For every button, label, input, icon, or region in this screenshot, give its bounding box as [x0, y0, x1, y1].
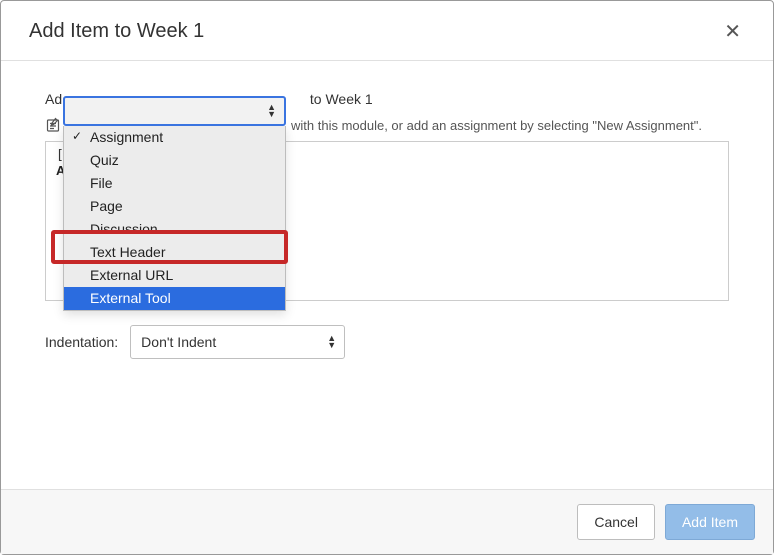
dropdown-item-discussion[interactable]: Discussion: [64, 218, 285, 241]
dropdown-item-quiz[interactable]: Quiz: [64, 149, 285, 172]
indentation-value: Don't Indent: [141, 334, 216, 350]
indentation-label: Indentation:: [45, 334, 118, 350]
dropdown-item-page[interactable]: Page: [64, 195, 285, 218]
chevron-updown-icon: ▲▼: [267, 104, 276, 118]
indentation-row: Indentation: Don't Indent ▲▼: [45, 325, 729, 359]
item-type-select-trigger[interactable]: ▲▼: [63, 96, 286, 126]
dropdown-item-label: Text Header: [90, 244, 165, 260]
close-button[interactable]: ✕: [720, 19, 745, 44]
dropdown-item-external-url[interactable]: External URL: [64, 264, 285, 287]
check-icon: ✓: [72, 127, 82, 146]
dropdown-item-label: Page: [90, 198, 123, 214]
add-prefix-text: Ad: [45, 91, 62, 107]
dropdown-item-label: Assignment: [90, 129, 163, 145]
dropdown-item-file[interactable]: File: [64, 172, 285, 195]
dropdown-item-assignment[interactable]: ✓ Assignment: [64, 126, 285, 149]
dropdown-item-label: External Tool: [90, 290, 171, 306]
dropdown-item-label: File: [90, 175, 113, 191]
assignment-icon: [45, 117, 61, 133]
item-type-dropdown[interactable]: ▲▼ ✓ Assignment Quiz File Page Discussion Text…: [63, 96, 286, 311]
dropdown-item-label: Quiz: [90, 152, 119, 168]
modal-footer: Cancel Add Item: [1, 489, 773, 554]
add-item-button[interactable]: Add Item: [665, 504, 755, 540]
dropdown-item-label: Discussion: [90, 221, 158, 237]
cancel-button[interactable]: Cancel: [577, 504, 655, 540]
add-suffix-text: to Week 1: [310, 91, 373, 107]
chevron-updown-icon: ▲▼: [327, 335, 336, 349]
dropdown-item-text-header[interactable]: Text Header: [64, 241, 285, 264]
dropdown-item-external-tool[interactable]: External Tool: [64, 287, 285, 310]
item-type-dropdown-list: ✓ Assignment Quiz File Page Discussion Text He…: [63, 126, 286, 311]
modal-title: Add Item to Week 1: [29, 20, 204, 43]
modal-header: Add Item to Week 1 ✕: [1, 1, 773, 61]
dropdown-item-label: External URL: [90, 267, 173, 283]
indentation-select[interactable]: Don't Indent ▲▼: [130, 325, 345, 359]
helper-text: with this module, or add an assignment b…: [291, 118, 702, 133]
